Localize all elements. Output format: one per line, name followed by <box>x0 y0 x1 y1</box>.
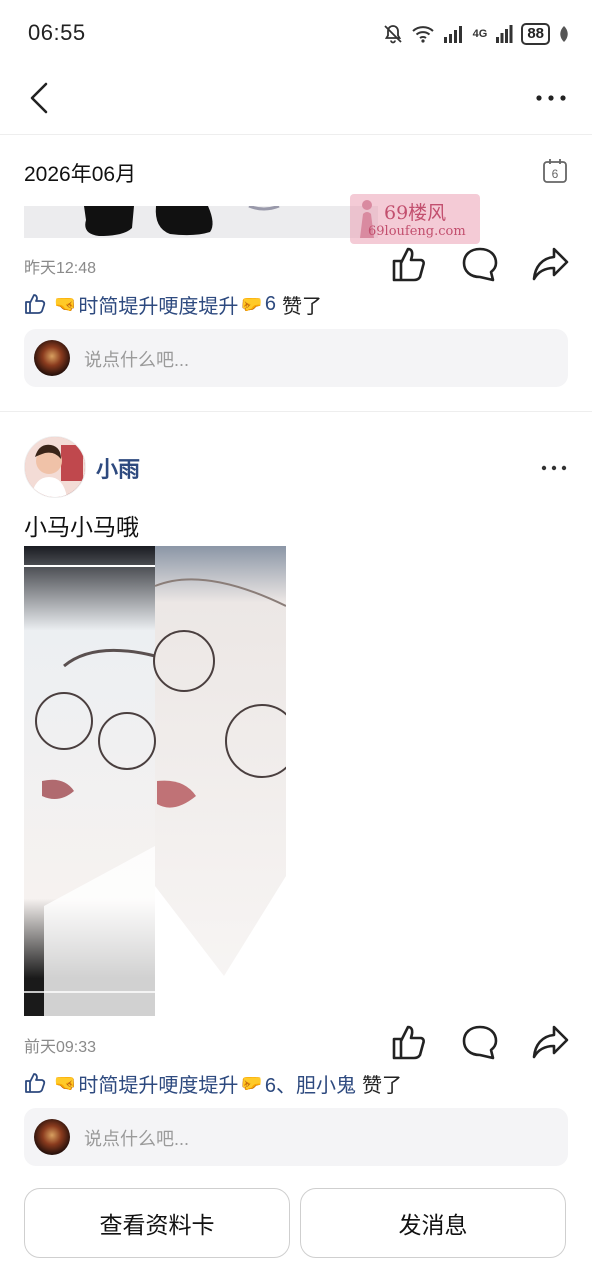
avatar <box>34 340 70 376</box>
comment-placeholder: 说点什么吧... <box>84 350 190 370</box>
like-small-icon <box>25 1073 46 1093</box>
more-dots-icon[interactable] <box>534 86 568 110</box>
fist-emoji-icon: 🤜 <box>54 293 77 314</box>
like-icon[interactable] <box>388 1022 428 1062</box>
post-text: 小马小马哦 <box>24 514 139 540</box>
likes-tail: 赞了 <box>281 295 322 318</box>
send-message-button[interactable]: 发消息 <box>300 1188 566 1258</box>
watermark-title: 69楼风 <box>384 202 447 224</box>
mute-bell-icon <box>383 25 402 44</box>
fist-emoji-icon: 🤜 <box>54 1072 77 1093</box>
share-arrow-icon[interactable] <box>530 1022 570 1062</box>
likes-tail: 赞了 <box>361 1074 402 1097</box>
comment-placeholder: 说点什么吧... <box>84 1129 190 1149</box>
watermark-url: 69loufeng.com <box>368 224 466 239</box>
photo-content <box>24 546 286 1016</box>
liker-suffix[interactable]: 6、胆小鬼 <box>265 1069 356 1098</box>
comment-bubble-icon[interactable] <box>460 244 500 284</box>
calendar-icon[interactable]: 6 <box>542 158 568 184</box>
author-avatar[interactable] <box>24 436 86 498</box>
network-type-label: 4G <box>472 28 488 40</box>
liker-name[interactable]: 时简堤升哽度堤升 <box>78 290 238 319</box>
like-icon[interactable] <box>388 244 428 284</box>
signal-bars-icon <box>496 25 513 43</box>
more-dots-icon[interactable] <box>540 458 568 478</box>
status-time: 06:55 <box>28 20 86 45</box>
back-chevron-icon[interactable] <box>22 78 62 118</box>
post-time: 前天09:33 <box>24 1039 97 1056</box>
view-profile-button[interactable]: 查看资料卡 <box>24 1188 290 1258</box>
comment-input[interactable]: 说点什么吧... <box>24 329 568 387</box>
avatar <box>34 1119 70 1155</box>
avatar-image <box>25 437 85 497</box>
post-photo[interactable] <box>24 546 286 1016</box>
fist-emoji-icon: 🤛 <box>240 293 263 314</box>
comment-input[interactable]: 说点什么吧... <box>24 1108 568 1166</box>
author-name[interactable]: 小雨 <box>96 452 140 484</box>
nav-divider <box>0 134 592 135</box>
image-content <box>24 206 378 238</box>
likes-row: 🤜 时简堤升哽度堤升 🤛 6 赞了 <box>24 290 322 318</box>
post-divider <box>0 411 592 412</box>
fist-emoji-icon: 🤛 <box>240 1072 263 1093</box>
liker-name[interactable]: 时简堤升哽度堤升 <box>78 1069 238 1098</box>
share-arrow-icon[interactable] <box>530 244 570 284</box>
leaf-icon <box>560 26 568 42</box>
comment-bubble-icon[interactable] <box>460 1022 500 1062</box>
liker-suffix[interactable]: 6 <box>265 293 276 316</box>
post-image-cropped[interactable] <box>24 206 378 238</box>
calendar-day-number: 6 <box>552 167 559 181</box>
watermark-logo: 69楼风 69loufeng.com <box>350 194 480 244</box>
month-header: 2026年06月 <box>24 163 137 186</box>
likes-row: 🤜 时简堤升哽度堤升 🤛 6、胆小鬼 赞了 <box>24 1069 402 1097</box>
battery-level: 88 <box>521 23 550 45</box>
like-small-icon <box>25 294 46 314</box>
signal-bars-icon <box>443 26 462 43</box>
status-icons: 4G 88 <box>383 22 570 46</box>
wifi-icon <box>411 26 434 43</box>
post-time: 昨天12:48 <box>24 260 97 277</box>
